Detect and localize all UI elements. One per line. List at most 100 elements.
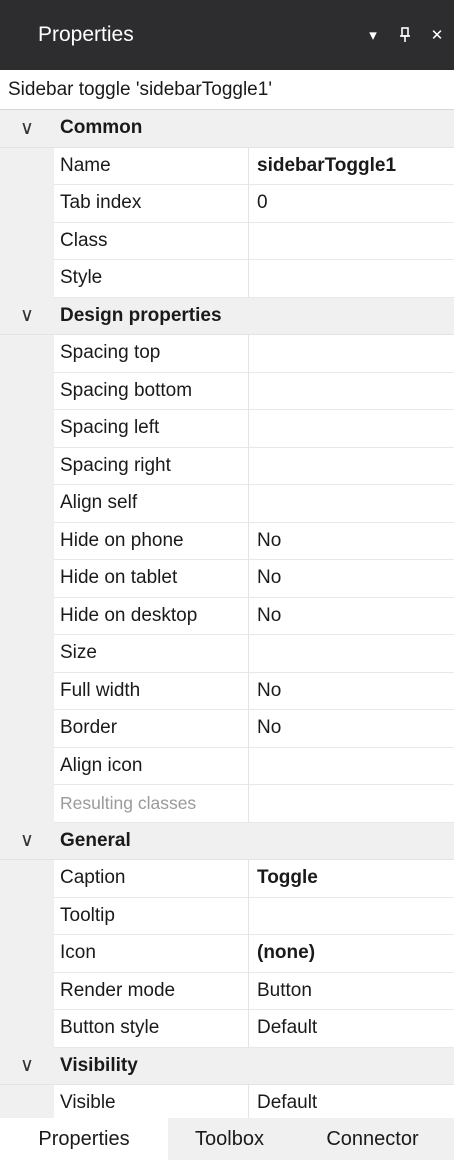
- property-row[interactable]: Hide on phone No: [0, 522, 454, 560]
- property-name: Hide on phone: [54, 522, 249, 560]
- property-row[interactable]: Class: [0, 222, 454, 260]
- tab-toolbox[interactable]: Toolbox: [168, 1118, 291, 1160]
- property-value[interactable]: [249, 485, 454, 523]
- property-value[interactable]: No: [249, 523, 454, 560]
- close-icon[interactable]: ✕: [426, 23, 448, 47]
- category-common[interactable]: ∨ Common: [0, 110, 454, 148]
- chevron-down-icon[interactable]: ∨: [0, 110, 54, 147]
- property-value[interactable]: Toggle: [249, 860, 454, 898]
- property-value[interactable]: [249, 898, 454, 935]
- property-row[interactable]: Full width No: [0, 672, 454, 710]
- property-value[interactable]: (none): [249, 935, 454, 973]
- property-row[interactable]: Tab index 0: [0, 185, 454, 223]
- property-row[interactable]: Spacing right: [0, 447, 454, 485]
- property-row[interactable]: Spacing left: [0, 410, 454, 448]
- dropdown-icon[interactable]: ▾: [362, 23, 384, 47]
- property-row[interactable]: Size: [0, 635, 454, 673]
- category-visibility[interactable]: ∨ Visibility: [0, 1047, 454, 1085]
- property-row[interactable]: Hide on desktop No: [0, 597, 454, 635]
- property-name: Align icon: [54, 747, 249, 785]
- property-row[interactable]: Icon (none): [0, 935, 454, 973]
- row-gutter: [0, 1010, 54, 1048]
- property-name: Render mode: [54, 972, 249, 1010]
- property-name: Class: [54, 222, 249, 260]
- row-gutter: [0, 972, 54, 1010]
- property-value[interactable]: sidebarToggle1: [249, 148, 454, 185]
- row-gutter: [0, 260, 54, 298]
- row-gutter: [0, 1085, 54, 1123]
- property-value[interactable]: [249, 260, 454, 298]
- chevron-down-icon[interactable]: ∨: [0, 298, 54, 335]
- panel-title: Properties: [38, 23, 134, 46]
- row-gutter: [0, 897, 54, 935]
- property-value[interactable]: [249, 335, 454, 373]
- property-value[interactable]: No: [249, 710, 454, 748]
- pin-icon[interactable]: [394, 23, 416, 47]
- property-name: Button style: [54, 1010, 249, 1048]
- property-value[interactable]: [249, 785, 454, 823]
- row-gutter: [0, 860, 54, 898]
- property-row[interactable]: Tooltip: [0, 897, 454, 935]
- category-label: Visibility: [60, 1054, 138, 1076]
- property-name: Visible: [54, 1085, 249, 1123]
- property-name: Spacing top: [54, 335, 249, 373]
- category-label: General: [60, 829, 131, 851]
- row-gutter: [0, 147, 54, 185]
- property-row[interactable]: Spacing bottom: [0, 372, 454, 410]
- bottom-tab-bar: Properties Toolbox Connector: [0, 1118, 454, 1160]
- selection-label: Sidebar toggle 'sidebarToggle1': [0, 70, 454, 110]
- property-row[interactable]: Button style Default: [0, 1010, 454, 1048]
- property-row[interactable]: Caption Toggle: [0, 860, 454, 898]
- property-name: Icon: [54, 935, 249, 973]
- row-gutter: [0, 447, 54, 485]
- property-value[interactable]: [249, 635, 454, 673]
- property-row[interactable]: Spacing top: [0, 335, 454, 373]
- property-name: Resulting classes: [54, 785, 249, 823]
- property-value[interactable]: Default: [249, 1010, 454, 1048]
- property-row[interactable]: Visible Default: [0, 1085, 454, 1123]
- property-value[interactable]: No: [249, 560, 454, 598]
- property-value[interactable]: Default: [249, 1085, 454, 1123]
- property-name: Full width: [54, 672, 249, 710]
- property-value[interactable]: No: [249, 598, 454, 635]
- property-grid: ∨ Common Name sidebarToggle1 Tab index 0 Class…: [0, 110, 454, 1123]
- property-row[interactable]: Hide on tablet No: [0, 560, 454, 598]
- property-row[interactable]: Resulting classes: [0, 785, 454, 823]
- category-label: Common: [60, 117, 143, 139]
- category-design-properties[interactable]: ∨ Design properties: [0, 297, 454, 335]
- category-label: Design properties: [60, 304, 222, 326]
- property-value[interactable]: [249, 410, 454, 448]
- property-row[interactable]: Style: [0, 260, 454, 298]
- property-value[interactable]: [249, 748, 454, 785]
- row-gutter: [0, 935, 54, 973]
- row-gutter: [0, 672, 54, 710]
- property-row[interactable]: Render mode Button: [0, 972, 454, 1010]
- property-value[interactable]: Button: [249, 973, 454, 1010]
- property-value[interactable]: No: [249, 673, 454, 710]
- property-name: Spacing bottom: [54, 372, 249, 410]
- property-value[interactable]: [249, 448, 454, 485]
- panel-controls: ▾ ✕: [362, 23, 448, 47]
- row-gutter: [0, 410, 54, 448]
- property-name: Tooltip: [54, 897, 249, 935]
- property-row[interactable]: Border No: [0, 710, 454, 748]
- category-general[interactable]: ∨ General: [0, 822, 454, 860]
- property-row[interactable]: Align icon: [0, 747, 454, 785]
- property-name: Spacing right: [54, 447, 249, 485]
- property-value[interactable]: 0: [249, 185, 454, 223]
- property-value[interactable]: [249, 223, 454, 260]
- row-gutter: [0, 185, 54, 223]
- chevron-down-icon[interactable]: ∨: [0, 823, 54, 860]
- panel-titlebar: Properties ▾ ✕: [0, 0, 454, 70]
- property-name: Style: [54, 260, 249, 298]
- tab-connector[interactable]: Connector: [291, 1118, 454, 1160]
- row-gutter: [0, 485, 54, 523]
- property-row[interactable]: Name sidebarToggle1: [0, 147, 454, 185]
- chevron-down-icon[interactable]: ∨: [0, 1048, 54, 1085]
- property-value[interactable]: [249, 373, 454, 410]
- property-name: Border: [54, 710, 249, 748]
- property-name: Align self: [54, 485, 249, 523]
- property-name: Size: [54, 635, 249, 673]
- property-row[interactable]: Align self: [0, 485, 454, 523]
- tab-properties[interactable]: Properties: [0, 1118, 168, 1160]
